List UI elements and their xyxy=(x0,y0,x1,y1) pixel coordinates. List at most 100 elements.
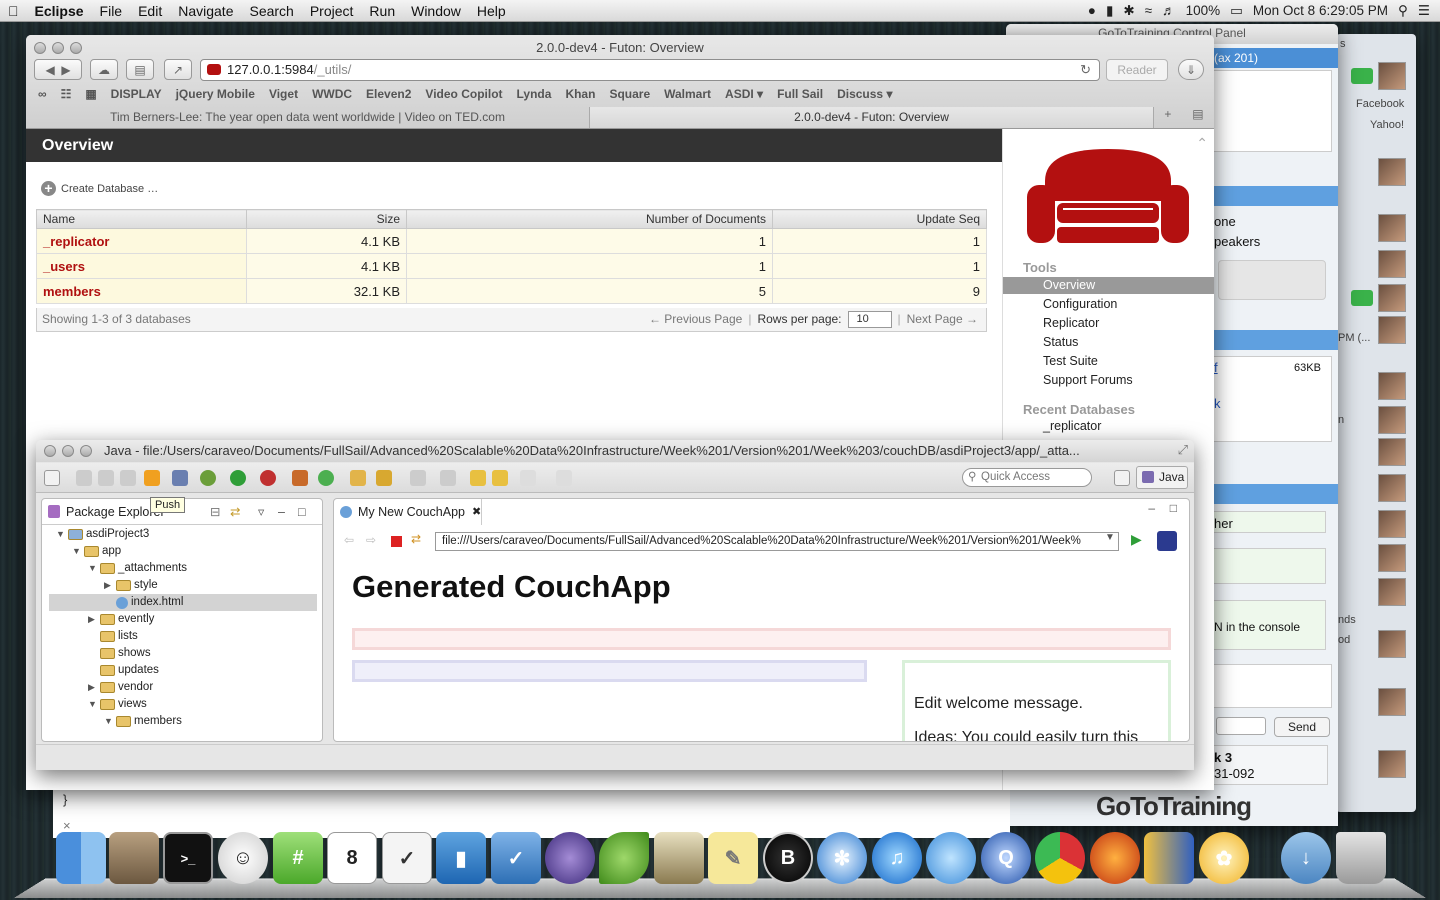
avatar[interactable] xyxy=(1378,372,1406,400)
book-icon[interactable]: ☷ xyxy=(61,87,72,101)
browser-back-icon[interactable]: ⇦ xyxy=(344,533,354,547)
nav-overview[interactable]: Overview xyxy=(1043,276,1095,295)
java-perspective-button[interactable]: Java xyxy=(1136,466,1188,489)
url-dropdown-icon[interactable]: ▼ xyxy=(1105,532,1115,543)
bookmark-display[interactable]: DISPLAY xyxy=(111,87,162,101)
itunes-icon[interactable]: ♫ xyxy=(872,832,922,884)
downloads-icon[interactable]: ⇓ xyxy=(1178,59,1204,80)
battery-percent[interactable]: 100% xyxy=(1186,3,1221,18)
leaf-icon[interactable] xyxy=(599,832,649,884)
close-icon[interactable]: × xyxy=(63,818,71,833)
view-menu-icon[interactable]: ▿ xyxy=(258,499,264,525)
nav-replicator[interactable]: Replicator xyxy=(1043,314,1099,333)
avatar[interactable] xyxy=(1378,510,1406,538)
avatar[interactable] xyxy=(1378,62,1406,90)
avatar[interactable] xyxy=(1378,578,1406,606)
bookmark-khan[interactable]: Khan xyxy=(565,87,595,101)
address-bar[interactable]: 127.0.0.1:5984/_utils/ ↻ xyxy=(200,59,1100,81)
avatar[interactable] xyxy=(1378,474,1406,502)
tree-item[interactable]: ▶ style xyxy=(104,577,158,594)
avatar[interactable] xyxy=(1378,284,1406,312)
maximize-editor-icon[interactable]: □ xyxy=(1170,501,1177,515)
browser-forward-icon[interactable]: ⇨ xyxy=(366,533,376,547)
tree-item[interactable]: ▼ members xyxy=(104,713,182,730)
expand-arrow-icon[interactable]: ▼ xyxy=(104,713,113,730)
calendar-icon[interactable]: 8 xyxy=(327,832,377,884)
tree-item[interactable]: ▼ app xyxy=(72,543,121,560)
forward-icon[interactable] xyxy=(520,470,536,486)
spotlight-icon[interactable]: ⚲ xyxy=(1398,3,1408,19)
zoom-window-button[interactable] xyxy=(80,445,92,457)
editor-tab[interactable]: My New CouchApp ✖ xyxy=(334,499,482,525)
eclipse-globe-icon[interactable] xyxy=(1157,531,1177,551)
tab-overview-icon[interactable]: ▤ xyxy=(1192,107,1203,128)
welcome-message[interactable]: Edit welcome message. xyxy=(914,687,1159,721)
db-name-link[interactable]: _users xyxy=(36,253,247,279)
tree-item[interactable]: index.html xyxy=(104,594,183,611)
annotation-prev-icon[interactable] xyxy=(440,470,456,486)
column-header-seq[interactable]: Update Seq xyxy=(772,209,987,229)
close-window-button[interactable] xyxy=(44,445,56,457)
bookmark-full-sail[interactable]: Full Sail xyxy=(777,87,823,101)
notification-list-icon[interactable]: ☰ xyxy=(1418,3,1430,19)
menu-app-name[interactable]: Eclipse xyxy=(27,3,92,19)
lists-icon[interactable]: ✓ xyxy=(382,832,432,884)
external-tools-icon[interactable] xyxy=(260,470,276,486)
notes-icon[interactable]: ✎ xyxy=(708,832,758,884)
bookmark-jquery-mobile[interactable]: jQuery Mobile xyxy=(176,87,255,101)
bluetooth-icon[interactable]: ✱ xyxy=(1123,3,1134,19)
save-icon[interactable] xyxy=(76,470,92,486)
expand-arrow-icon[interactable]: ▼ xyxy=(56,526,65,543)
collapse-sidebar-icon[interactable]: ⌃ xyxy=(1196,135,1208,152)
pin-editor-icon[interactable] xyxy=(556,470,572,486)
annotation-icon[interactable] xyxy=(410,470,426,486)
go-icon[interactable]: ▶ xyxy=(1131,531,1142,548)
push-icon[interactable] xyxy=(144,470,160,486)
battery-icon[interactable]: ▭ xyxy=(1230,3,1243,19)
bookmark-lynda[interactable]: Lynda xyxy=(517,87,552,101)
next-page-link[interactable]: Next Page → xyxy=(907,308,978,330)
grid-icon[interactable]: ▦ xyxy=(85,87,96,101)
video-call-icon[interactable] xyxy=(1351,68,1373,84)
volume-icon[interactable]: ♬ xyxy=(1162,3,1176,18)
create-database-button[interactable]: + Create Database … xyxy=(41,181,158,196)
tree-item[interactable]: ▼ _attachments xyxy=(88,560,187,577)
tree-item[interactable]: updates xyxy=(88,662,159,679)
minimize-view-icon[interactable]: – xyxy=(278,499,285,525)
spy-icon[interactable]: ● xyxy=(1088,3,1096,18)
bookmark-wwdc[interactable]: WWDC xyxy=(312,87,352,101)
open-perspective-icon[interactable] xyxy=(1114,470,1130,486)
search-tool-icon[interactable] xyxy=(376,470,392,486)
eclipse-app-icon[interactable] xyxy=(545,832,595,884)
minimize-window-button[interactable] xyxy=(62,445,74,457)
new-java-project-icon[interactable] xyxy=(292,470,308,486)
tower-icon[interactable] xyxy=(654,832,704,884)
tasks-icon[interactable]: ✓ xyxy=(491,832,541,884)
apple-icon[interactable]:  xyxy=(0,3,27,19)
tree-item[interactable]: ▶ evently xyxy=(88,611,154,628)
file-link[interactable]: f xyxy=(1214,360,1218,375)
db-name-link[interactable]: _replicator xyxy=(36,228,247,254)
tree-item[interactable]: ▼ asdiProject3 xyxy=(56,526,149,543)
stop-icon[interactable] xyxy=(391,536,402,547)
expand-arrow-icon[interactable]: ▶ xyxy=(88,679,97,696)
tab-ted[interactable]: Tim Berners-Lee: The year open data went… xyxy=(26,107,590,128)
column-header-name[interactable]: Name xyxy=(36,209,247,229)
flower-icon[interactable]: ✿ xyxy=(1199,832,1249,884)
mail-icon[interactable] xyxy=(109,832,159,884)
tree-item[interactable]: shows xyxy=(88,645,151,662)
reader-button[interactable]: Reader xyxy=(1106,59,1168,81)
new-icon[interactable] xyxy=(44,470,60,486)
avatar[interactable] xyxy=(1378,438,1406,466)
menu-navigate[interactable]: Navigate xyxy=(170,3,241,19)
quicktime-icon[interactable]: Q xyxy=(981,832,1031,884)
back-forward-buttons[interactable]: ◀ ▶ xyxy=(34,59,82,80)
last-edit-icon[interactable] xyxy=(470,470,486,486)
close-tab-icon[interactable]: ✖ xyxy=(472,499,481,525)
maximize-view-icon[interactable]: □ xyxy=(298,499,306,525)
finder-icon[interactable] xyxy=(56,832,106,884)
menu-run[interactable]: Run xyxy=(361,3,403,19)
trash-icon[interactable] xyxy=(1336,832,1386,884)
safari-icon[interactable]: ✻ xyxy=(817,832,867,884)
new-tab-icon[interactable]: + xyxy=(1164,107,1171,128)
